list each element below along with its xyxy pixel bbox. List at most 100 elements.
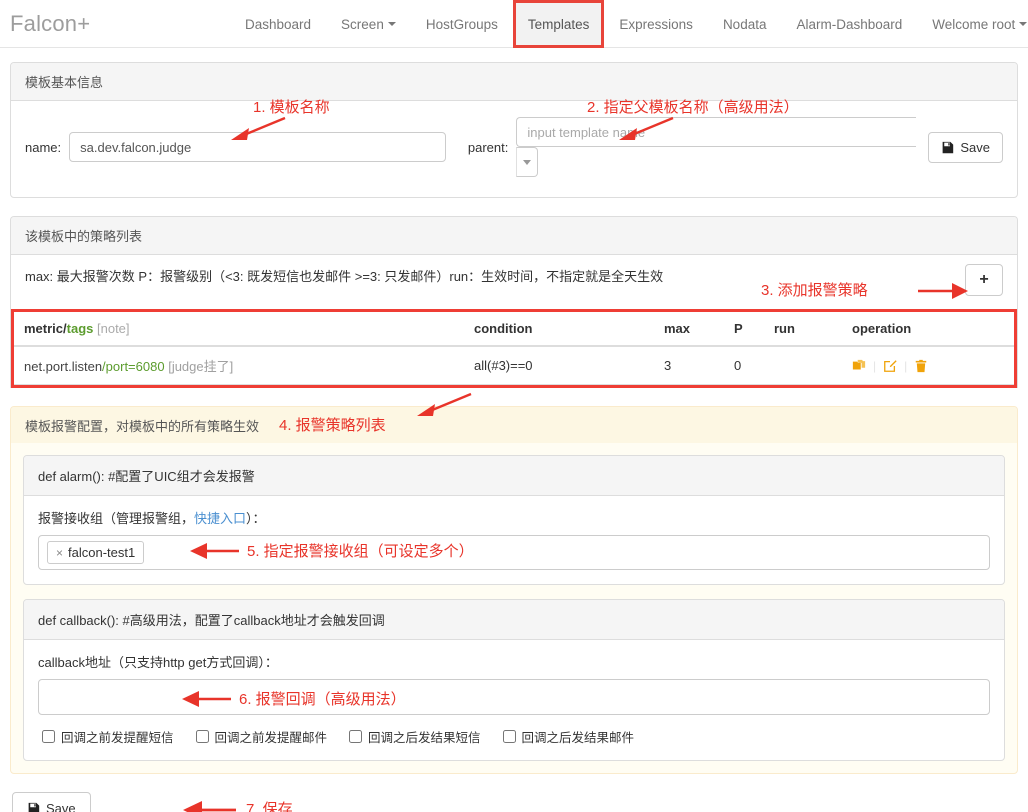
- page-container: 模板基本信息 name: parent: Save 1. 模板名称: [0, 48, 1028, 812]
- nav-label: Expressions: [619, 17, 693, 32]
- cell-metric-tags: net.port.listen/port=6080 [judge挂了]: [14, 346, 464, 385]
- delete-icon[interactable]: [914, 359, 928, 373]
- nav-item-dashboard[interactable]: Dashboard: [230, 0, 326, 48]
- col-p: P: [724, 312, 764, 346]
- nav-item-hostgroups[interactable]: HostGroups: [411, 0, 513, 48]
- cell-operation: | |: [842, 346, 1014, 385]
- save-basic-button[interactable]: Save: [928, 132, 1003, 163]
- annotation-7: 7. 保存: [246, 798, 293, 812]
- alarm-function-body: 报警接收组（管理报警组，快捷入口）： × falcon-test1 5. 指定报…: [24, 496, 1004, 584]
- nav-label: Nodata: [723, 17, 767, 32]
- col-run: run: [764, 312, 842, 346]
- basic-form-row: name: parent: Save: [25, 115, 1003, 183]
- parent-dropdown-toggle[interactable]: [516, 147, 538, 177]
- nav-item-expressions[interactable]: Expressions: [604, 0, 708, 48]
- col-metric-tags: metric/tags [note]: [14, 312, 464, 346]
- callback-url-label: callback地址（只支持http get方式回调）：: [38, 652, 990, 671]
- nav-item-templates[interactable]: Templates: [513, 0, 605, 48]
- strategy-table-body: net.port.listen/port=6080 [judge挂了] all(…: [14, 346, 1014, 385]
- chevron-down-icon: [388, 22, 396, 26]
- checkbox-after-sms[interactable]: 回调之后发结果短信: [349, 727, 481, 746]
- row-metric-text: net.port.listen: [24, 359, 102, 374]
- checkbox-before-sms-input[interactable]: [42, 730, 55, 743]
- table-header-row: metric/tags [note] condition max P run o…: [14, 312, 1014, 346]
- manage-alarm-group-link[interactable]: 快捷入口: [194, 511, 246, 526]
- alarm-function-title: def alarm(): #配置了UIC组才会发报警: [24, 456, 1004, 496]
- nav-item-screen[interactable]: Screen: [326, 0, 411, 48]
- edit-icon[interactable]: [883, 359, 897, 373]
- alarm-group-label: 报警接收组（管理报警组，快捷入口）：: [38, 508, 990, 527]
- add-strategy-button[interactable]: +: [965, 264, 1003, 296]
- top-navbar: Falcon+ Dashboard Screen HostGroups Temp…: [0, 0, 1028, 48]
- checkbox-before-mail[interactable]: 回调之前发提醒邮件: [196, 727, 328, 746]
- parent-select-wrap: [516, 117, 916, 177]
- nav-item-nodata[interactable]: Nodata: [708, 0, 782, 48]
- nav-label: Templates: [528, 17, 590, 32]
- nav-label: Dashboard: [245, 17, 311, 32]
- cell-condition: all(#3)==0: [464, 346, 654, 385]
- alarm-group-token[interactable]: × falcon-test1: [47, 541, 144, 564]
- checkbox-after-sms-input[interactable]: [349, 730, 362, 743]
- annotation-6: 6. 报警回调（高级用法）: [239, 688, 406, 709]
- nav-item-alarm-dashboard[interactable]: Alarm-Dashboard: [781, 0, 917, 48]
- add-strategy-row: +: [11, 263, 1017, 309]
- panel-body-strategy: max: 最大报警次数 P：报警级别（<3: 既发短信也发邮件 >=3: 只发邮…: [11, 255, 1017, 388]
- icon-separator: |: [873, 359, 876, 373]
- close-icon[interactable]: ×: [56, 546, 63, 560]
- icon-separator: |: [904, 359, 907, 373]
- col-tags-label: tags: [67, 321, 94, 336]
- floppy-disk-icon: [27, 802, 40, 812]
- alarm-function-panel: def alarm(): #配置了UIC组才会发报警 报警接收组（管理报警组，快…: [23, 455, 1005, 585]
- name-label: name:: [25, 140, 69, 155]
- row-tags-text: /port=6080: [102, 359, 165, 374]
- col-operation: operation: [842, 312, 1014, 346]
- nav-label: Alarm-Dashboard: [796, 17, 902, 32]
- callback-url-input[interactable]: 6. 报警回调（高级用法）: [38, 679, 990, 715]
- checkbox-after-mail[interactable]: 回调之后发结果邮件: [503, 727, 635, 746]
- brand-logo[interactable]: Falcon+: [10, 10, 90, 38]
- clone-icon[interactable]: [852, 359, 866, 373]
- strategy-table-head: metric/tags [note] condition max P run o…: [14, 312, 1014, 346]
- row-note-text: [judge挂了]: [168, 359, 233, 374]
- strategy-table-highlight: metric/tags [note] condition max P run o…: [11, 309, 1017, 388]
- nav-label: HostGroups: [426, 17, 498, 32]
- checkbox-after-mail-label: 回调之后发结果邮件: [522, 727, 635, 746]
- checkbox-after-mail-input[interactable]: [503, 730, 516, 743]
- alarm-heading-text: 模板报警配置，对模板中的所有策略生效: [25, 419, 259, 434]
- parent-template-input[interactable]: [516, 117, 916, 147]
- cell-p: 0: [724, 346, 764, 385]
- strategy-list-panel: 该模板中的策略列表 max: 最大报警次数 P：报警级别（<3: 既发短信也发邮…: [10, 216, 1018, 388]
- col-metric-label: metric/: [24, 321, 67, 336]
- table-row[interactable]: net.port.listen/port=6080 [judge挂了] all(…: [14, 346, 1014, 385]
- col-condition: condition: [464, 312, 654, 346]
- alarm-panel-body: def alarm(): #配置了UIC组才会发报警 报警接收组（管理报警组，快…: [11, 443, 1017, 773]
- save-template-button[interactable]: Save: [12, 792, 91, 812]
- panel-heading-basic: 模板基本信息: [11, 63, 1017, 101]
- panel-heading-strategy: 该模板中的策略列表: [11, 217, 1017, 255]
- parent-label: parent:: [446, 140, 516, 155]
- annotation-6-arrow: [179, 688, 235, 710]
- alarm-group-tokenfield[interactable]: × falcon-test1 5. 指定报警接收组（可设定多个）: [38, 535, 990, 570]
- footer-save-area: Save 7. 保存: [10, 788, 1018, 812]
- col-note-label: [note]: [97, 321, 130, 336]
- nav-item-welcome-root[interactable]: Welcome root: [917, 0, 1028, 48]
- checkbox-after-sms-label: 回调之后发结果短信: [368, 727, 481, 746]
- checkbox-before-mail-input[interactable]: [196, 730, 209, 743]
- nav-label: Screen: [341, 17, 384, 32]
- annotation-7-arrow: [180, 798, 240, 812]
- callback-function-panel: def callback(): #高级用法，配置了callback地址才会触发回…: [23, 599, 1005, 761]
- alarm-group-label-pre: 报警接收组（管理报警组，: [38, 511, 194, 526]
- template-basic-info-panel: 模板基本信息 name: parent: Save 1. 模板名称: [10, 62, 1018, 198]
- checkbox-before-sms[interactable]: 回调之前发提醒短信: [42, 727, 174, 746]
- callback-function-title: def callback(): #高级用法，配置了callback地址才会触发回…: [24, 600, 1004, 640]
- cell-run: [764, 346, 842, 385]
- col-max: max: [654, 312, 724, 346]
- token-label: falcon-test1: [68, 545, 135, 560]
- template-name-input[interactable]: [69, 132, 446, 162]
- annotation-5: 5. 指定报警接收组（可设定多个）: [247, 540, 474, 561]
- strategy-table: metric/tags [note] condition max P run o…: [14, 312, 1014, 385]
- checkbox-before-sms-label: 回调之前发提醒短信: [61, 727, 174, 746]
- callback-function-body: callback地址（只支持http get方式回调）： 6. 报警回调（高级用…: [24, 640, 1004, 760]
- cell-max: 3: [654, 346, 724, 385]
- nav-label: Welcome root: [932, 17, 1015, 32]
